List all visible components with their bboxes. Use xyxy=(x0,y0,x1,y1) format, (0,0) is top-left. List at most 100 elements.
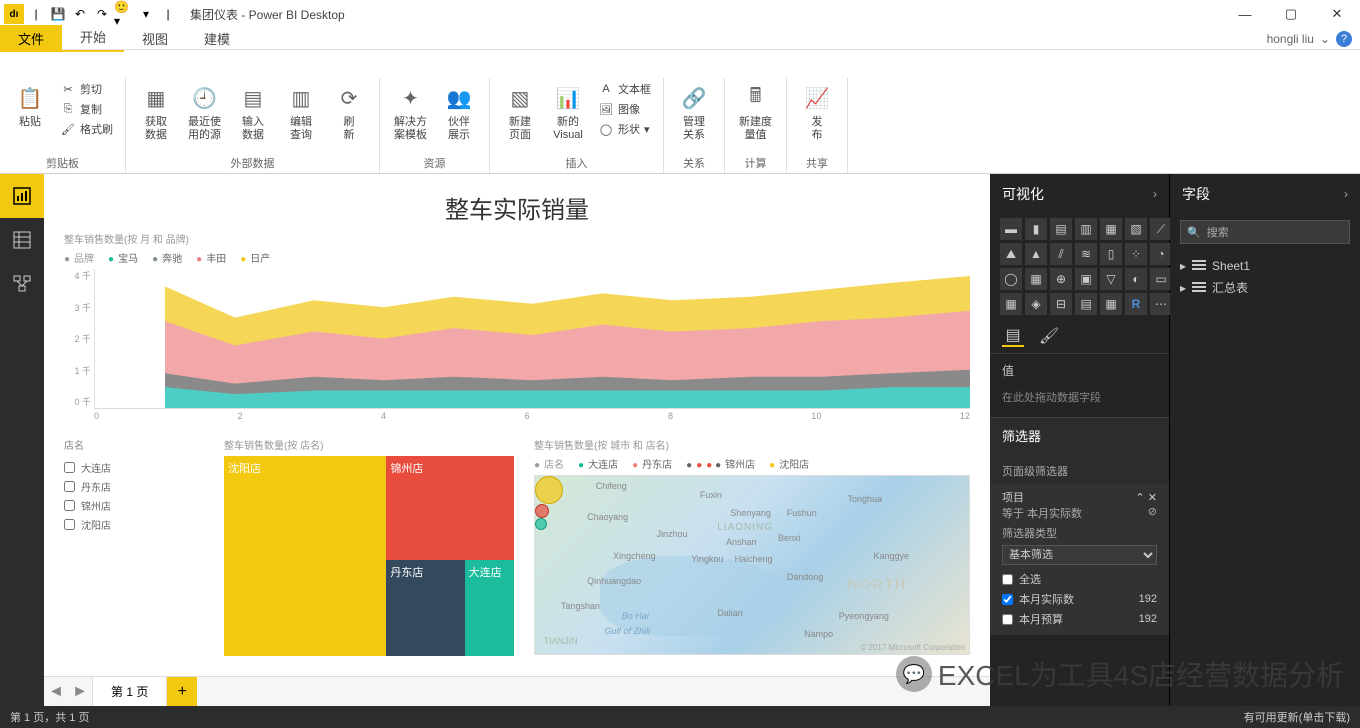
filter-type-select[interactable]: 基本筛选 xyxy=(1002,545,1157,565)
viz-area-icon[interactable]: ⛰ xyxy=(1000,243,1022,265)
viz-card-icon[interactable]: ▭ xyxy=(1150,268,1172,290)
viz-line-icon[interactable]: ⟋ xyxy=(1150,218,1172,240)
refresh-button[interactable]: ⟳刷 新 xyxy=(327,80,371,153)
page-next-button[interactable]: ► xyxy=(68,683,92,701)
tab-model[interactable]: 建模 xyxy=(186,25,248,52)
expand-icon[interactable]: ▸ xyxy=(1180,281,1186,295)
checkbox[interactable] xyxy=(64,481,75,492)
viz-matrix-icon[interactable]: ▦ xyxy=(1100,293,1122,315)
rail-report-view[interactable] xyxy=(0,174,44,218)
redo-icon[interactable]: ↷ xyxy=(92,4,112,24)
legend-item[interactable]: 宝马 xyxy=(108,250,138,265)
slicer-item[interactable]: 锦州店 xyxy=(64,496,204,515)
treemap-cell[interactable]: 大连店 xyxy=(465,560,514,656)
legend-item[interactable]: 日产 xyxy=(240,250,270,265)
viz-clustered-column-icon[interactable]: ▥ xyxy=(1075,218,1097,240)
slicer-item[interactable]: 丹东店 xyxy=(64,477,204,496)
minimize-button[interactable]: — xyxy=(1222,0,1268,28)
enter-data-button[interactable]: ▤输入 数据 xyxy=(231,80,275,153)
viz-gauge-icon[interactable]: ◐ xyxy=(1125,268,1147,290)
user-chevron-icon[interactable]: ⌄ xyxy=(1320,32,1330,46)
legend-item[interactable]: 沈阳店 xyxy=(769,456,809,471)
viz-stacked-bar-icon[interactable]: ▬ xyxy=(1000,218,1022,240)
checkbox[interactable] xyxy=(64,462,75,473)
viz-waterfall-icon[interactable]: ▯ xyxy=(1100,243,1122,265)
treemap-cell[interactable]: 丹东店 xyxy=(386,560,464,656)
area-chart[interactable]: 4 千3 千2 千1 千0 千 xyxy=(94,269,970,409)
get-data-button[interactable]: ▦获取 数据 xyxy=(134,80,178,153)
map-bubble-shenyang[interactable] xyxy=(535,476,563,504)
map-bubble-dalian[interactable] xyxy=(535,518,547,530)
table-item[interactable]: ▸汇总表 xyxy=(1180,276,1350,299)
new-page-button[interactable]: ▧新建 页面 xyxy=(498,80,542,153)
close-button[interactable]: ✕ xyxy=(1314,0,1360,28)
filter-controls[interactable]: ⌃ ✕ xyxy=(1136,491,1158,504)
filter-item[interactable]: 项目⌃ ✕ 等于 本月实际数 ⊘ 筛选器类型 基本筛选 全选 本月实际数192 … xyxy=(990,483,1169,635)
checkbox[interactable] xyxy=(64,519,75,530)
viz-stacked-area-icon[interactable]: ▲ xyxy=(1025,243,1047,265)
recent-sources-button[interactable]: 🕘最近使 用的源 xyxy=(182,80,227,153)
shapes-button[interactable]: ◯形状▾ xyxy=(594,120,655,138)
viz-stacked-column-icon[interactable]: ▮ xyxy=(1025,218,1047,240)
tab-file[interactable]: 文件 xyxy=(0,25,62,52)
viz-slicer-icon[interactable]: ⊟ xyxy=(1050,293,1072,315)
viz-ribbon-icon[interactable]: ≋ xyxy=(1075,243,1097,265)
undo-icon[interactable]: ↶ xyxy=(70,4,90,24)
report-canvas[interactable]: 整车实际销量 整车销售数量(按 月 和 品牌) 品牌 宝马 奔驰 丰田 日产 4… xyxy=(44,174,990,728)
viz-r-icon[interactable]: R xyxy=(1125,293,1147,315)
legend-item[interactable]: 大连店 xyxy=(578,456,618,471)
filter-option-all[interactable]: 全选 xyxy=(1002,569,1157,589)
treemap-cell[interactable]: 沈阳店 xyxy=(224,456,386,656)
viz-header[interactable]: 可视化› xyxy=(990,174,1169,214)
viz-100-column-icon[interactable]: ▧ xyxy=(1125,218,1147,240)
tab-home[interactable]: 开始 xyxy=(62,23,124,52)
fields-search[interactable]: 🔍搜索 xyxy=(1180,220,1350,244)
viz-clustered-bar-icon[interactable]: ▤ xyxy=(1050,218,1072,240)
page-prev-button[interactable]: ◄ xyxy=(44,683,68,701)
format-tab-icon[interactable]: 🖌 xyxy=(1038,325,1060,347)
viz-table-icon[interactable]: ▤ xyxy=(1075,293,1097,315)
treemap-cell[interactable]: 锦州店 xyxy=(386,456,514,560)
fields-header[interactable]: 字段› xyxy=(1170,174,1360,214)
add-page-button[interactable]: + xyxy=(167,677,197,707)
viz-line-column-icon[interactable]: ⫽ xyxy=(1050,243,1072,265)
legend-item[interactable]: ● 锦州店 xyxy=(686,456,755,471)
filter-option[interactable]: 本月实际数192 xyxy=(1002,589,1157,609)
legend-item[interactable]: 丹东店 xyxy=(632,456,672,471)
slicer-store[interactable]: 店名 大连店 丹东店 锦州店 沈阳店 xyxy=(64,437,204,656)
treemap-visual[interactable]: 整车销售数量(按 店名) 沈阳店 锦州店 丹东店 大连店 xyxy=(224,437,514,656)
map-canvas[interactable]: Chifeng Chaoyang Fuxin Shenyang Fushun T… xyxy=(534,475,970,655)
new-measure-button[interactable]: 🖩新建度 量值 xyxy=(733,80,778,153)
rail-model-view[interactable] xyxy=(0,262,44,306)
viz-filled-map-icon[interactable]: ▣ xyxy=(1075,268,1097,290)
new-visual-button[interactable]: 📊新的 Visual xyxy=(546,80,590,153)
map-bubble-jinzhou[interactable] xyxy=(535,504,549,518)
legend-item[interactable]: 丰田 xyxy=(196,250,226,265)
partner-showcase-button[interactable]: 👥伙伴 展示 xyxy=(437,80,481,153)
slicer-item[interactable]: 沈阳店 xyxy=(64,515,204,534)
image-button[interactable]: 🖼图像 xyxy=(594,100,655,118)
publish-button[interactable]: 📈发 布 xyxy=(795,80,839,153)
format-painter-button[interactable]: 🖌格式刷 xyxy=(56,120,117,138)
cut-button[interactable]: ✂剪切 xyxy=(56,80,117,98)
manage-relationships-button[interactable]: 🔗管理 关系 xyxy=(672,80,716,153)
viz-funnel-icon[interactable]: ▽ xyxy=(1100,268,1122,290)
textbox-button[interactable]: A文本框 xyxy=(594,80,655,98)
rail-data-view[interactable] xyxy=(0,218,44,262)
chevron-right-icon[interactable]: › xyxy=(1344,187,1348,201)
qat-customize[interactable]: ▾ xyxy=(136,4,156,24)
solution-templates-button[interactable]: ✦解决方 案模板 xyxy=(388,80,433,153)
drop-placeholder[interactable]: 在此处拖动数据字段 xyxy=(1002,385,1157,409)
viz-pie-icon[interactable]: ◔ xyxy=(1150,243,1172,265)
chevron-right-icon[interactable]: › xyxy=(1153,187,1157,201)
edit-queries-button[interactable]: ▥编辑 查询 xyxy=(279,80,323,153)
user-name[interactable]: hongli liu xyxy=(1267,32,1314,46)
fields-tab-icon[interactable]: ▤ xyxy=(1002,325,1024,347)
table-item[interactable]: ▸Sheet1 xyxy=(1180,256,1350,276)
smiley-icon[interactable]: 🙂▾ xyxy=(114,4,134,24)
expand-icon[interactable]: ▸ xyxy=(1180,259,1186,273)
map-visual[interactable]: 整车销售数量(按 城市 和 店名) 店名 大连店 丹东店 ● 锦州店 沈阳店 C… xyxy=(534,437,970,656)
help-icon[interactable]: ? xyxy=(1336,31,1352,47)
viz-custom-icon[interactable]: ⋯ xyxy=(1150,293,1172,315)
status-right[interactable]: 有可用更新(单击下载) xyxy=(1244,709,1350,725)
